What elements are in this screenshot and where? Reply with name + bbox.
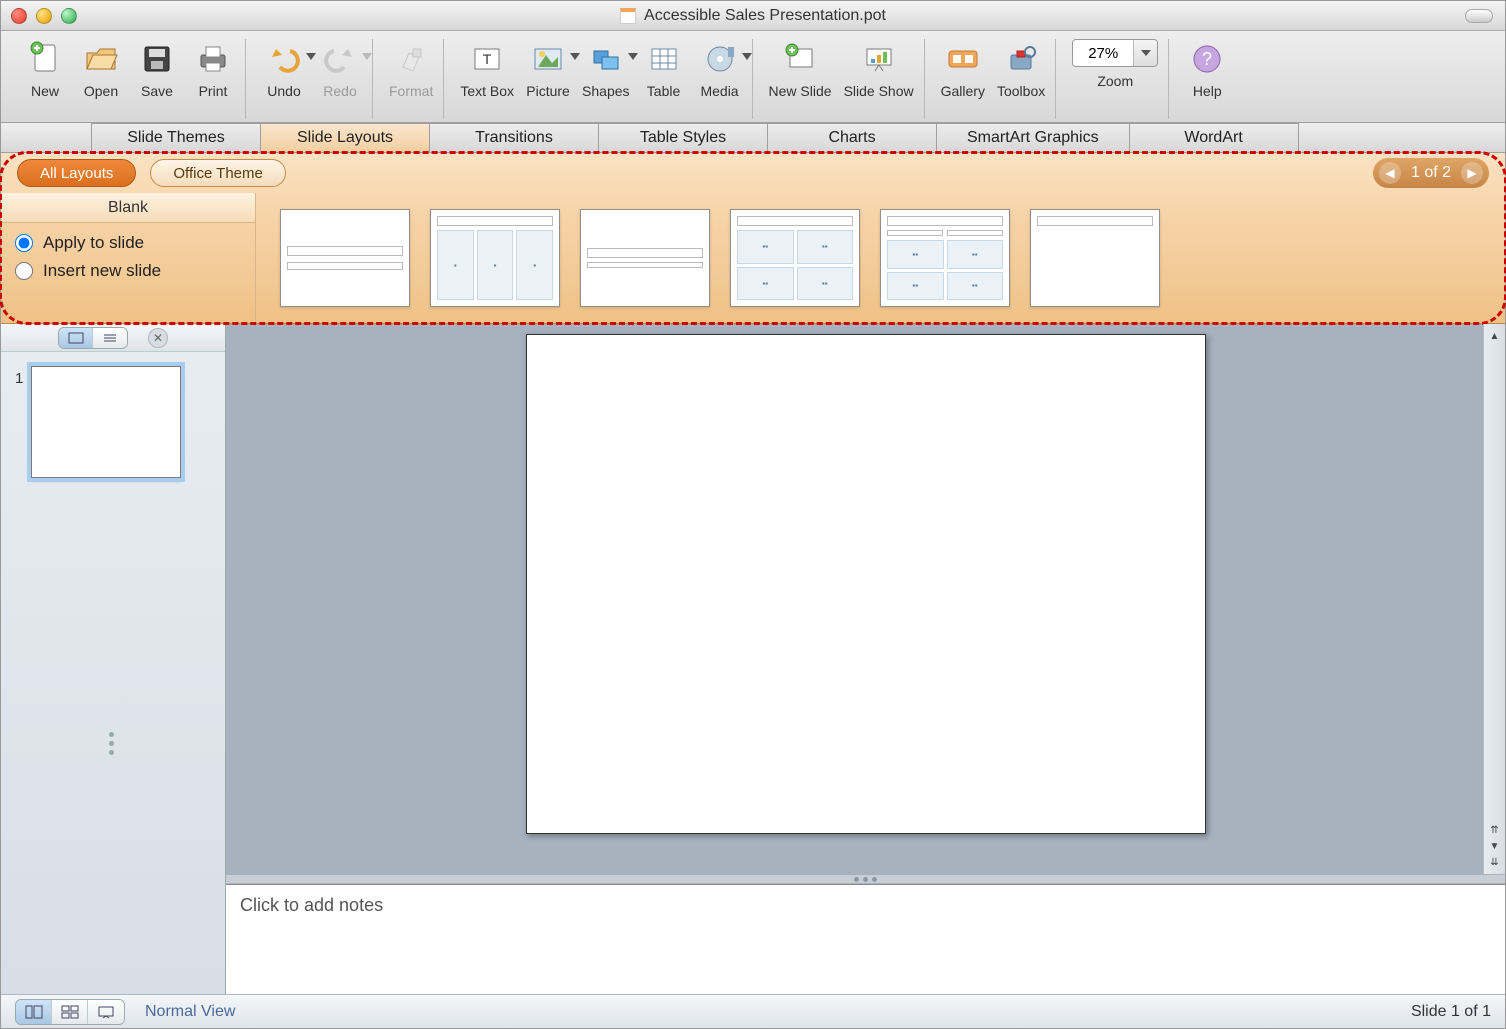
main-toolbar: New Open Save Print Undo Redo Format TTe… <box>1 31 1505 123</box>
tab-smartart[interactable]: SmartArt Graphics <box>936 123 1130 152</box>
toolbar-toggle-pill[interactable] <box>1465 9 1493 23</box>
pager-prev-button[interactable]: ◀ <box>1379 162 1401 184</box>
titlebar: Accessible Sales Presentation.pot <box>1 1 1505 31</box>
media-button[interactable]: Media <box>698 39 742 119</box>
help-button[interactable]: ?Help <box>1185 39 1229 119</box>
notes-placeholder: Click to add notes <box>240 895 383 915</box>
scroll-down-icon[interactable]: ▼ <box>1487 838 1503 854</box>
zoom-label: Zoom <box>1097 73 1133 89</box>
dropdown-icon <box>362 53 372 60</box>
slide-navigator: ✕ 1 <box>1 324 226 994</box>
dropdown-icon <box>306 53 316 60</box>
navigator-outline-view[interactable] <box>93 328 127 348</box>
table-button[interactable]: Table <box>642 39 686 119</box>
navigator-view-segment <box>58 327 128 349</box>
app-window: Accessible Sales Presentation.pot New Op… <box>0 0 1506 1029</box>
view-sorter-button[interactable] <box>52 1000 88 1024</box>
scroll-double-down-icon[interactable]: ⇊ <box>1487 854 1503 870</box>
slide-canvas-area: ▲ ⇈ ▼ ⇊ <box>226 324 1505 874</box>
radio-insert-new-slide[interactable]: Insert new slide <box>15 261 241 281</box>
radio-insert-input[interactable] <box>15 262 33 280</box>
zoom-input[interactable] <box>1073 40 1133 66</box>
slide-mini-preview <box>31 366 181 478</box>
gallery-side-panel: Blank Apply to slide Insert new slide <box>1 193 256 323</box>
textbox-button[interactable]: TText Box <box>460 39 514 119</box>
print-button[interactable]: Print <box>191 39 235 119</box>
redo-button[interactable]: Redo <box>318 39 362 119</box>
format-button[interactable]: Format <box>389 39 433 119</box>
layout-gallery: All Layouts Office Theme ◀ 1 of 2 ▶ Blan… <box>1 153 1505 324</box>
gallery-side-header: Blank <box>1 193 255 223</box>
editor-area: ▲ ⇈ ▼ ⇊ Click to add notes <box>226 324 1505 994</box>
layout-thumb-title-slide[interactable] <box>280 209 410 307</box>
workspace: ✕ 1 ▲ ⇈ ▼ ⇊ <box>1 324 1505 994</box>
scroll-up-icon[interactable]: ▲ <box>1487 328 1503 344</box>
slideshow-button[interactable]: Slide Show <box>844 39 914 119</box>
layout-thumb-two-content[interactable]: ▪▪▪▪▪▪▪▪ <box>730 209 860 307</box>
undo-button[interactable]: Undo <box>262 39 306 119</box>
shapes-button[interactable]: Shapes <box>582 39 629 119</box>
view-normal-button[interactable] <box>16 1000 52 1024</box>
dropdown-icon <box>742 53 752 60</box>
tab-slide-themes[interactable]: Slide Themes <box>91 123 261 152</box>
dropdown-icon <box>570 53 580 60</box>
navigator-close-button[interactable]: ✕ <box>148 328 168 348</box>
minimize-window-button[interactable] <box>36 8 52 24</box>
tab-slide-layouts[interactable]: Slide Layouts <box>260 123 430 152</box>
document-icon <box>620 8 636 24</box>
slide-thumbnail-1[interactable]: 1 <box>15 366 211 478</box>
status-bar: Normal View Slide 1 of 1 <box>1 994 1505 1028</box>
notes-splitter[interactable] <box>226 874 1505 884</box>
tab-table-styles[interactable]: Table Styles <box>598 123 768 152</box>
chevron-down-icon <box>1141 50 1151 56</box>
gallery-filter-row: All Layouts Office Theme ◀ 1 of 2 ▶ <box>1 153 1505 193</box>
notes-pane[interactable]: Click to add notes <box>226 884 1505 994</box>
slide-list: 1 <box>1 352 225 492</box>
window-controls <box>11 8 77 24</box>
navigator-slides-view[interactable] <box>59 328 93 348</box>
new-slide-button[interactable]: New Slide <box>769 39 832 119</box>
vertical-scrollbar[interactable]: ▲ ⇈ ▼ ⇊ <box>1483 324 1505 874</box>
new-button[interactable]: New <box>23 39 67 119</box>
pager-next-button[interactable]: ▶ <box>1461 162 1483 184</box>
zoom-window-button[interactable] <box>61 8 77 24</box>
svg-text:?: ? <box>1202 49 1212 69</box>
dropdown-icon <box>628 53 638 60</box>
open-button[interactable]: Open <box>79 39 123 119</box>
layout-thumbnails: ▪▪▪ ▪▪▪▪▪▪▪▪ ▪▪▪▪▪▪▪▪ <box>256 193 1505 323</box>
save-button[interactable]: Save <box>135 39 179 119</box>
layout-thumb-title-only[interactable] <box>1030 209 1160 307</box>
zoom-dropdown[interactable] <box>1133 40 1157 66</box>
view-mode-segment <box>15 999 125 1025</box>
filter-all-layouts[interactable]: All Layouts <box>17 159 136 187</box>
close-window-button[interactable] <box>11 8 27 24</box>
toolbox-button[interactable]: Toolbox <box>997 39 1045 119</box>
slide-canvas[interactable] <box>526 334 1206 834</box>
pane-resize-handle[interactable] <box>109 732 117 755</box>
layout-thumb-comparison[interactable]: ▪▪▪▪▪▪▪▪ <box>880 209 1010 307</box>
tab-wordart[interactable]: WordArt <box>1129 123 1299 152</box>
layout-thumb-title-content[interactable]: ▪▪▪ <box>430 209 560 307</box>
scroll-double-up-icon[interactable]: ⇈ <box>1487 822 1503 838</box>
navigator-header: ✕ <box>1 324 225 352</box>
pager-text: 1 of 2 <box>1411 164 1451 182</box>
layout-thumb-section-header[interactable] <box>580 209 710 307</box>
tab-transitions[interactable]: Transitions <box>429 123 599 152</box>
status-slide-counter: Slide 1 of 1 <box>1411 1003 1491 1021</box>
radio-apply-to-slide[interactable]: Apply to slide <box>15 233 241 253</box>
status-view-label: Normal View <box>145 1003 235 1021</box>
window-title-text: Accessible Sales Presentation.pot <box>644 7 886 25</box>
radio-apply-input[interactable] <box>15 234 33 252</box>
slide-number: 1 <box>15 370 23 387</box>
tab-charts[interactable]: Charts <box>767 123 937 152</box>
view-slideshow-button[interactable] <box>88 1000 124 1024</box>
ribbon-tabs: Slide Themes Slide Layouts Transitions T… <box>1 123 1505 153</box>
filter-office-theme[interactable]: Office Theme <box>150 159 286 187</box>
svg-text:T: T <box>483 51 492 67</box>
gallery-button[interactable]: Gallery <box>941 39 985 119</box>
picture-button[interactable]: Picture <box>526 39 570 119</box>
zoom-control[interactable] <box>1072 39 1158 67</box>
window-title: Accessible Sales Presentation.pot <box>1 7 1505 25</box>
gallery-pager: ◀ 1 of 2 ▶ <box>1373 158 1489 188</box>
